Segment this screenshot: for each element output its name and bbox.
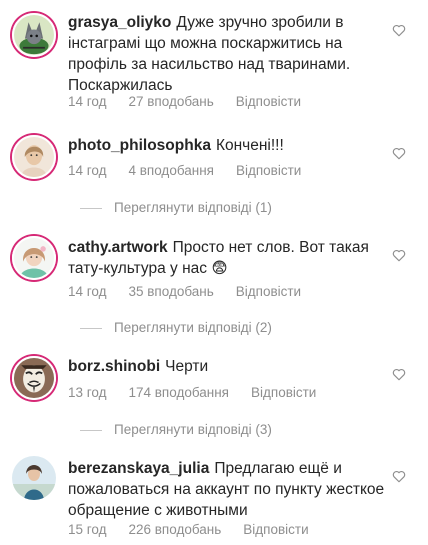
reply-button[interactable]: Відповісти [236,284,301,299]
view-replies-button[interactable]: Переглянути відповіді (1) [80,200,272,215]
cartoon-cat-avatar[interactable] [12,13,56,57]
illustrated-girl-avatar[interactable] [12,236,56,280]
comment-text-block: cathy.artwork Просто нет слов. Вот такая … [68,237,386,279]
comment-username[interactable]: photo_philosophka [68,137,211,154]
comment-time: 14 год [68,94,107,109]
comment-likes[interactable]: 226 вподобань [128,522,221,537]
comment-likes[interactable]: 174 вподобання [128,385,229,400]
comment-meta: 15 год 226 вподобань Відповісти [68,522,309,537]
comment-time: 14 год [68,284,107,299]
comment-text-block: borz.shinobi Черти [68,356,386,377]
comment-text-block: photo_philosophka Кончені!!! [68,135,386,156]
comment-likes[interactable]: 35 вподобань [128,284,213,299]
reply-button[interactable]: Відповісти [243,522,308,537]
view-replies-label: Переглянути відповіді (1) [114,200,272,215]
comment-meta: 14 год 4 вподобання Відповісти [68,163,301,178]
view-replies-button[interactable]: Переглянути відповіді (3) [80,422,272,437]
heart-outline-icon[interactable] [392,470,406,483]
comment-meta: 14 год 35 вподобань Відповісти [68,284,301,299]
heart-outline-icon[interactable] [392,368,406,381]
comment-username[interactable]: cathy.artwork [68,239,168,256]
view-replies-label: Переглянути відповіді (3) [114,422,272,437]
view-replies-label: Переглянути відповіді (2) [114,320,272,335]
comment-text-block: grasya_oliyko Дуже зручно зробили в інста… [68,12,386,96]
woman-portrait-avatar[interactable] [12,135,56,179]
comment-username[interactable]: grasya_oliyko [68,14,171,31]
comment-time: 14 год [68,163,107,178]
woman-outdoor-avatar[interactable] [12,456,56,500]
comment-text-block: berezanskaya_julia Предлагаю ещё и пожало… [68,458,386,521]
comment-meta: 14 год 27 вподобань Відповісти [68,94,301,109]
comment-likes[interactable]: 4 вподобання [128,163,214,178]
heart-outline-icon[interactable] [392,24,406,37]
comment-time: 13 год [68,385,107,400]
reply-button[interactable]: Відповісти [236,163,301,178]
comment-username[interactable]: berezanskaya_julia [68,460,209,477]
comment-text: Кончені!!! [215,137,284,154]
replies-divider [80,327,102,329]
comment-username[interactable]: borz.shinobi [68,358,160,375]
replies-divider [80,207,102,209]
comments-list: grasya_oliyko Дуже зручно зробили в інста… [0,0,428,545]
comment-text: Черти [165,358,209,375]
comment-likes[interactable]: 27 вподобань [128,94,213,109]
replies-divider [80,429,102,431]
heart-outline-icon[interactable] [392,147,406,160]
guy-fawkes-mask-avatar[interactable] [12,356,56,400]
comment-meta: 13 год 174 вподобання Відповісти [68,385,316,400]
reply-button[interactable]: Відповісти [236,94,301,109]
heart-outline-icon[interactable] [392,249,406,262]
reply-button[interactable]: Відповісти [251,385,316,400]
view-replies-button[interactable]: Переглянути відповіді (2) [80,320,272,335]
comment-time: 15 год [68,522,107,537]
